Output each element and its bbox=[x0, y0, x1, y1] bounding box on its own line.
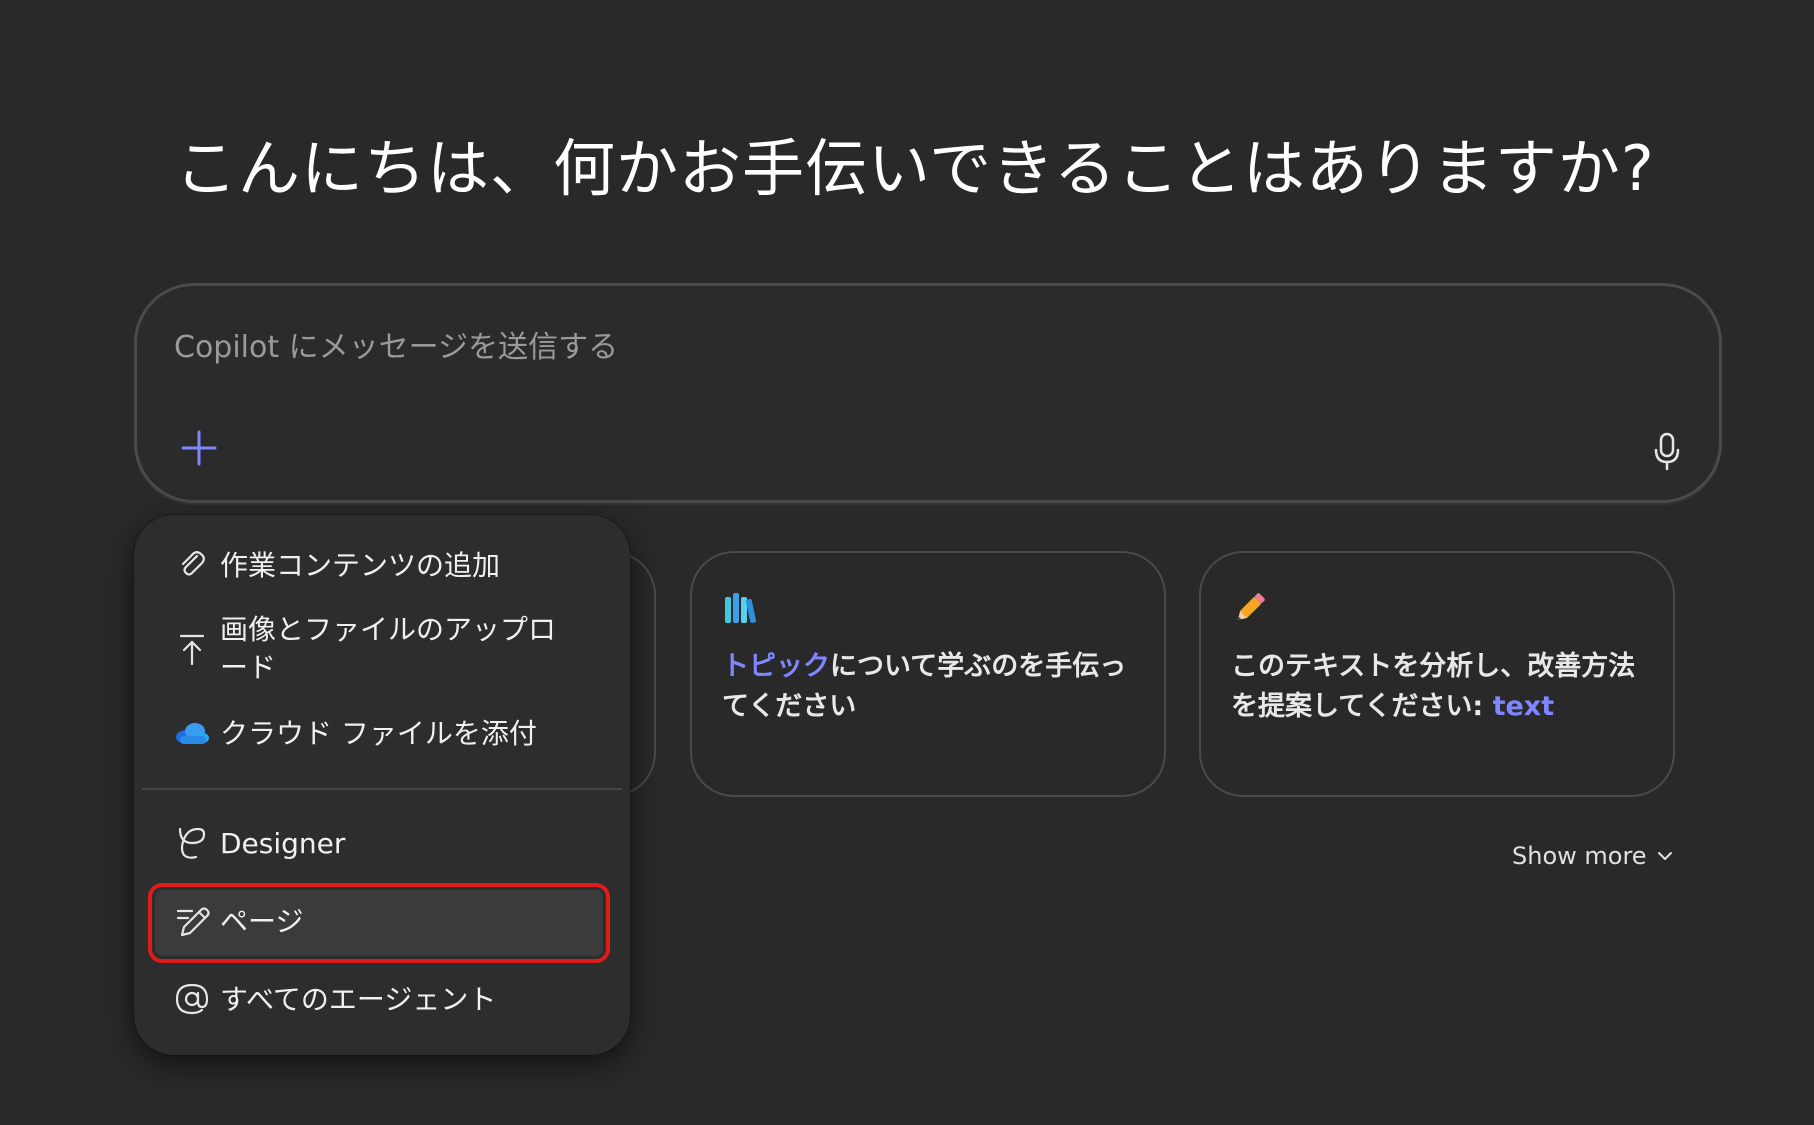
copilot-home: こんにちは、何かお手伝いできることはありますか? Copilot にメッセージを… bbox=[0, 0, 1814, 1125]
onedrive-cloud-icon bbox=[176, 723, 209, 744]
menu-item-designer[interactable]: Designer bbox=[134, 825, 630, 863]
greeting-heading: こんにちは、何かお手伝いできることはありますか? bbox=[175, 132, 1655, 205]
chevron-down-icon bbox=[1657, 852, 1672, 860]
attach-menu: 作業コンテンツの追加 画像とファイルのアップロード クラウド ファイルを添付 D… bbox=[134, 515, 630, 1055]
paperclip-icon bbox=[181, 551, 205, 576]
menu-item-label: ページ bbox=[220, 905, 304, 938]
pages-edit-icon bbox=[176, 907, 210, 937]
plus-icon[interactable] bbox=[177, 426, 221, 470]
microphone-icon[interactable] bbox=[1651, 432, 1683, 472]
menu-item-all-agents[interactable]: すべてのエージェント bbox=[134, 981, 630, 1019]
menu-item-upload-files[interactable]: 画像とファイルのアップロード bbox=[134, 611, 630, 687]
menu-item-label: Designer bbox=[220, 827, 346, 860]
menu-divider bbox=[142, 788, 622, 790]
menu-item-label: すべてのエージェント bbox=[220, 983, 497, 1016]
menu-item-pages[interactable]: ページ bbox=[134, 903, 630, 941]
menu-item-label: 画像とファイルのアップロード bbox=[220, 613, 557, 684]
suggestion-text: このテキストを分析し、改善方法を提案してください: bbox=[1231, 651, 1636, 722]
suggestion-card-analyze[interactable]: このテキストを分析し、改善方法を提案してください: text bbox=[1199, 551, 1675, 797]
message-composer[interactable]: Copilot にメッセージを送信する bbox=[134, 283, 1722, 503]
at-sign-icon bbox=[175, 983, 209, 1015]
suggestion-card-topic[interactable]: トピックについて学ぶのを手伝ってください bbox=[690, 551, 1166, 797]
menu-item-add-work-content[interactable]: 作業コンテンツの追加 bbox=[134, 547, 630, 585]
upload-icon bbox=[179, 634, 205, 666]
menu-item-label: 作業コンテンツの追加 bbox=[220, 549, 501, 582]
menu-item-attach-cloud-file[interactable]: クラウド ファイルを添付 bbox=[134, 715, 630, 753]
menu-item-label: クラウド ファイルを添付 bbox=[220, 717, 537, 750]
designer-icon bbox=[178, 827, 206, 859]
text-placeholder: text bbox=[1492, 691, 1555, 722]
books-icon bbox=[725, 593, 757, 623]
topic-placeholder: トピック bbox=[722, 651, 830, 682]
show-more-label: Show more bbox=[1512, 842, 1647, 870]
pencil-icon bbox=[1237, 593, 1265, 621]
message-input[interactable]: Copilot にメッセージを送信する bbox=[174, 322, 618, 366]
show-more-button[interactable]: Show more bbox=[1512, 842, 1673, 870]
